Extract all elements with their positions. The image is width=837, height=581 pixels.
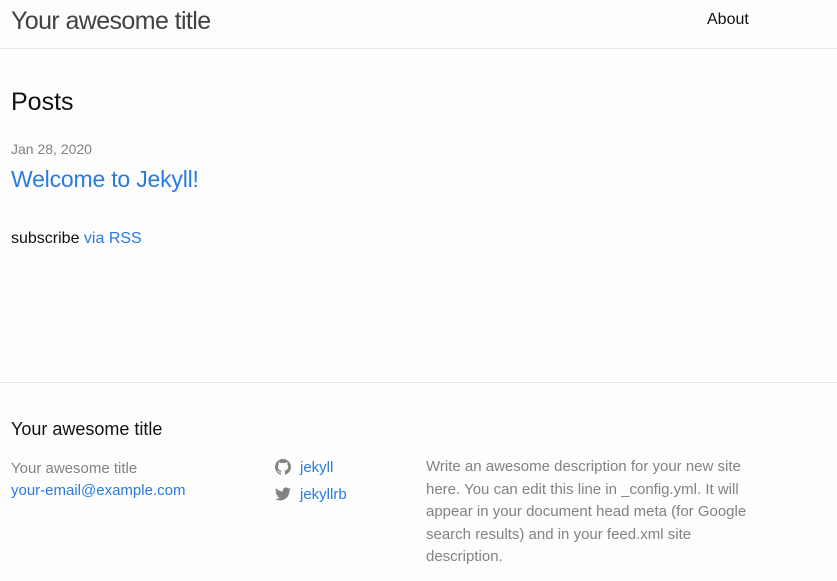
footer-description: Write an awesome description for your ne…: [426, 458, 747, 565]
social-link-twitter[interactable]: jekyllrb: [300, 486, 347, 503]
social-item-github: jekyll: [275, 456, 347, 478]
social-link-github[interactable]: jekyll: [300, 459, 333, 476]
nav-link-about[interactable]: About: [707, 11, 749, 29]
footer-email-link[interactable]: your-email@example.com: [11, 482, 185, 499]
social-item-twitter: jekyllrb: [275, 483, 347, 505]
twitter-icon: [275, 487, 291, 501]
site-footer: Your awesome title Your awesome title yo…: [0, 382, 837, 581]
footer-social-list: jekyll jekyllrb: [275, 456, 347, 510]
rss-subscribe-prefix: subscribe: [11, 230, 84, 247]
page-heading: Posts: [11, 88, 74, 116]
site-header: Your awesome title About: [0, 0, 837, 49]
rss-subscribe: subscribe via RSS: [11, 230, 142, 248]
footer-contact-list: Your awesome title your-email@example.co…: [11, 458, 185, 502]
post-title-link[interactable]: Welcome to Jekyll!: [11, 165, 199, 193]
post-date: Jan 28, 2020: [11, 141, 92, 157]
github-icon: [275, 459, 291, 475]
footer-heading: Your awesome title: [11, 419, 163, 439]
site-title-link[interactable]: Your awesome title: [11, 6, 211, 36]
rss-link[interactable]: via RSS: [84, 230, 142, 247]
footer-site-name: Your awesome title: [11, 460, 138, 477]
